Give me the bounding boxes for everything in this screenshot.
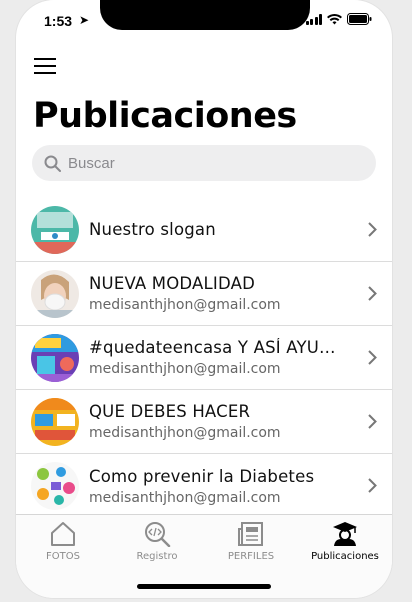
status-time: 1:53 xyxy=(44,13,73,29)
infographic-thumbnail xyxy=(31,397,79,446)
post-title: Nuestro slogan xyxy=(89,220,216,239)
quedate-en-casa-thumbnail xyxy=(31,333,79,382)
chevron-right-icon xyxy=(368,414,377,429)
tab-label: Registro xyxy=(136,551,178,562)
chevron-right-icon xyxy=(368,478,377,493)
list-item[interactable]: NUEVA MODALIDAD medisanthjhon@gmail.com xyxy=(16,262,392,326)
slogan-thumbnail xyxy=(31,205,79,254)
list-item[interactable]: #quedateencasa Y ASÍ AYUD... medisanthjh… xyxy=(16,326,392,390)
list-item[interactable]: QUE DEBES HACER medisanthjhon@gmail.com xyxy=(16,390,392,454)
search-input[interactable] xyxy=(68,154,348,172)
battery-icon xyxy=(347,13,372,25)
chevron-right-icon xyxy=(368,222,377,237)
search-icon xyxy=(44,155,61,172)
signal-icon xyxy=(305,13,322,25)
menu-button[interactable] xyxy=(34,58,56,76)
post-author: medisanthjhon@gmail.com xyxy=(89,425,281,441)
tab-label: FOTOS xyxy=(46,551,80,562)
notch xyxy=(100,0,310,30)
search-bar[interactable] xyxy=(32,145,376,181)
posts-list: Nuestro slogan NUEVA MODALIDAD medisanth… xyxy=(16,198,392,518)
location-icon: ➤ xyxy=(79,13,90,27)
home-icon xyxy=(51,522,75,546)
tab-fotos[interactable]: FOTOS xyxy=(16,515,110,598)
tab-label: PERFILES xyxy=(227,551,275,562)
post-title: Como prevenir la Diabetes xyxy=(89,466,315,486)
list-item[interactable]: Nuestro slogan xyxy=(16,198,392,262)
post-author: medisanthjhon@gmail.com xyxy=(89,361,281,377)
phone-screen: 1:53 ➤ Publicaciones Buscar Nuestro slog… xyxy=(16,0,392,598)
post-title: #quedateencasa Y ASÍ AYUD... xyxy=(89,338,339,357)
graduate-icon xyxy=(333,522,357,546)
diabetes-thumbnail xyxy=(31,462,79,510)
home-indicator xyxy=(137,584,271,589)
mask-woman-photo xyxy=(31,269,79,318)
post-author: medisanthjhon@gmail.com xyxy=(89,489,281,506)
status-indicators xyxy=(305,13,373,25)
post-title: QUE DEBES HACER xyxy=(89,402,251,421)
chevron-right-icon xyxy=(368,286,377,301)
chevron-right-icon xyxy=(368,350,377,365)
tab-label: Publicaciones xyxy=(311,551,379,562)
newspaper-icon xyxy=(238,522,263,546)
wifi-icon xyxy=(327,13,342,24)
page-title: Publicaciones xyxy=(33,96,297,136)
code-search-icon xyxy=(145,522,171,547)
list-item[interactable]: Como prevenir la Diabetes medisanthjhon@… xyxy=(16,454,392,518)
tab-publicaciones[interactable]: Publicaciones xyxy=(298,515,392,598)
post-author: medisanthjhon@gmail.com xyxy=(89,297,281,313)
post-title: NUEVA MODALIDAD xyxy=(89,274,256,293)
